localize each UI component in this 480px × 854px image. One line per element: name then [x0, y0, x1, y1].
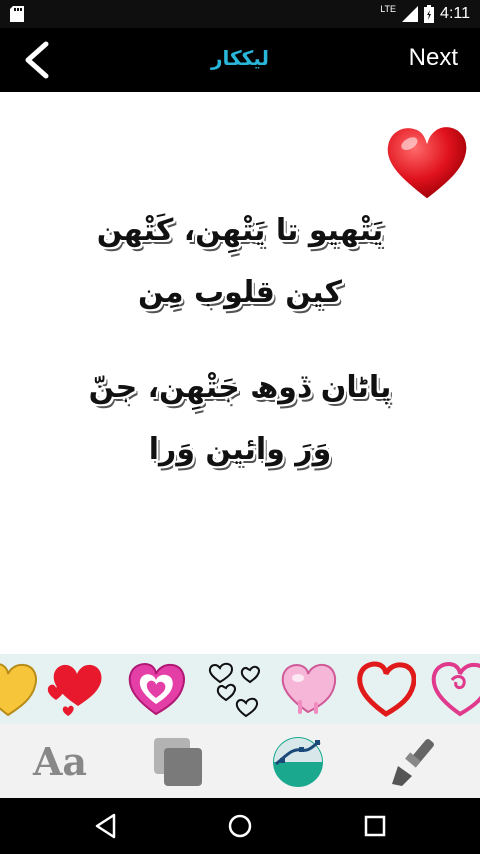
network-type: LTE — [380, 4, 397, 14]
red-outline-heart-sticker-icon[interactable] — [356, 660, 416, 718]
nav-home-icon[interactable] — [226, 812, 254, 840]
red-heart-sticker[interactable] — [383, 122, 471, 204]
signal-icon — [402, 6, 419, 22]
battery-icon — [424, 5, 435, 23]
nav-recents-icon[interactable] — [361, 812, 389, 840]
poem-line-4[interactable]: وَرَ وائين وَرا — [40, 432, 440, 467]
next-button[interactable]: Next — [409, 44, 458, 72]
pink-heart-sticker-icon[interactable] — [126, 660, 186, 718]
editor-toolbar: Aa — [0, 724, 480, 798]
status-bar: LTE 4:11 — [0, 0, 480, 28]
pink-swirl-heart-sticker-icon[interactable] — [430, 660, 480, 718]
red-hearts-sticker-icon[interactable] — [44, 660, 104, 718]
outline-hearts-sticker-icon[interactable] — [204, 660, 264, 718]
poem-line-2[interactable]: كين قلوب مِن — [40, 275, 440, 310]
sd-card-icon — [10, 6, 24, 22]
system-nav-bar — [0, 798, 480, 854]
text-tool-button[interactable]: Aa — [32, 736, 88, 788]
poem-line-3[interactable]: پاڻان ڏوھ جَتْهِن، جنّ — [40, 370, 440, 405]
curve-adjust-icon[interactable] — [270, 736, 326, 788]
status-time: 4:11 — [440, 5, 470, 22]
paint-brush-icon[interactable] — [388, 736, 444, 788]
nav-back-icon[interactable] — [92, 812, 120, 840]
yellow-heart-sticker-icon[interactable] — [0, 660, 38, 718]
app-bar: ليككار Next — [0, 28, 480, 92]
poem-line-1[interactable]: يَتْهيو تا يَتْهِن، كَتْهن — [40, 213, 440, 248]
sticker-bar — [0, 654, 480, 724]
layers-icon[interactable] — [150, 736, 206, 788]
pink-drip-heart-sticker-icon[interactable] — [278, 660, 338, 718]
